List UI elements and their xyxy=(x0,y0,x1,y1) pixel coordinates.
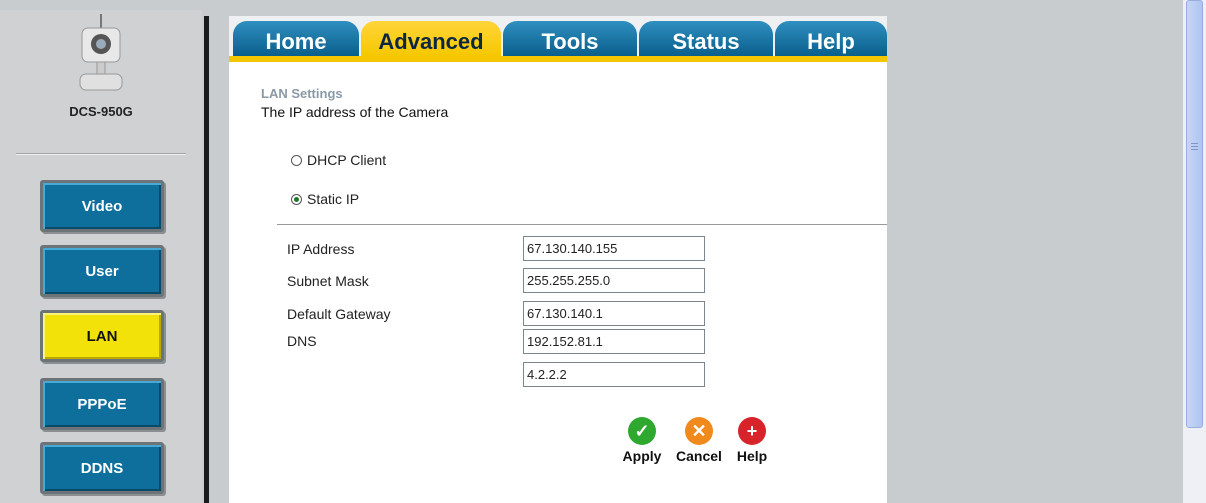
plus-icon: + xyxy=(738,417,766,445)
dns-primary-input[interactable] xyxy=(523,329,705,354)
dhcp-radio[interactable] xyxy=(291,154,302,166)
apply-label: Apply xyxy=(622,448,662,464)
static-ip-radio[interactable] xyxy=(291,193,302,205)
subnet-mask-label: Subnet Mask xyxy=(287,273,369,289)
sidebar-button-user[interactable]: User xyxy=(40,245,164,297)
default-gateway-label: Default Gateway xyxy=(287,306,391,322)
section-description: The IP address of the Camera xyxy=(261,104,449,120)
default-gateway-input[interactable] xyxy=(523,301,705,326)
cancel-label: Cancel xyxy=(676,448,722,464)
sidebar-divider xyxy=(16,153,186,155)
static-ip-label: Static IP xyxy=(307,191,360,207)
camera-icon xyxy=(79,14,123,91)
grip-icon xyxy=(1191,143,1198,150)
section-title: LAN Settings xyxy=(261,86,343,101)
tab-home[interactable]: Home xyxy=(233,21,359,56)
dhcp-client-option[interactable]: DHCP Client xyxy=(291,152,386,168)
lan-settings-content: LAN Settings The IP address of the Camer… xyxy=(229,62,887,503)
subnet-mask-input[interactable] xyxy=(523,268,705,293)
cancel-button[interactable]: ✕ Cancel xyxy=(671,417,727,464)
dns-label: DNS xyxy=(287,333,317,349)
camera-logo: DCS-950G xyxy=(0,10,202,150)
dhcp-label: DHCP Client xyxy=(307,152,387,168)
apply-button[interactable]: ✓ Apply xyxy=(617,417,667,464)
scrollbar-thumb[interactable] xyxy=(1186,0,1203,428)
main-panel: Home Advanced Tools Status Help LAN Sett… xyxy=(229,16,887,503)
ip-address-input[interactable] xyxy=(523,236,705,261)
tab-bar: Home Advanced Tools Status Help xyxy=(229,16,887,56)
sidebar-button-video[interactable]: Video xyxy=(40,180,164,232)
check-icon: ✓ xyxy=(628,417,656,445)
tab-help[interactable]: Help xyxy=(775,21,887,56)
tab-advanced[interactable]: Advanced xyxy=(361,21,501,56)
section-separator xyxy=(277,224,887,225)
dns-secondary-input[interactable] xyxy=(523,362,705,387)
tab-tools[interactable]: Tools xyxy=(503,21,637,56)
help-button[interactable]: + Help xyxy=(729,417,775,464)
sidebar-button-ddns[interactable]: DDNS xyxy=(40,442,164,494)
sidebar-button-lan[interactable]: LAN xyxy=(40,310,164,362)
help-label: Help xyxy=(736,448,768,464)
ip-address-label: IP Address xyxy=(287,241,355,257)
sidebar-button-pppoe[interactable]: PPPoE xyxy=(40,378,164,430)
model-label: DCS-950G xyxy=(69,104,133,119)
tab-status[interactable]: Status xyxy=(639,21,773,56)
static-ip-option[interactable]: Static IP xyxy=(291,191,359,207)
divider-gap xyxy=(209,16,229,503)
sidebar: DCS-950G Video User LAN PPPoE DDNS xyxy=(0,10,202,503)
x-icon: ✕ xyxy=(685,417,713,445)
